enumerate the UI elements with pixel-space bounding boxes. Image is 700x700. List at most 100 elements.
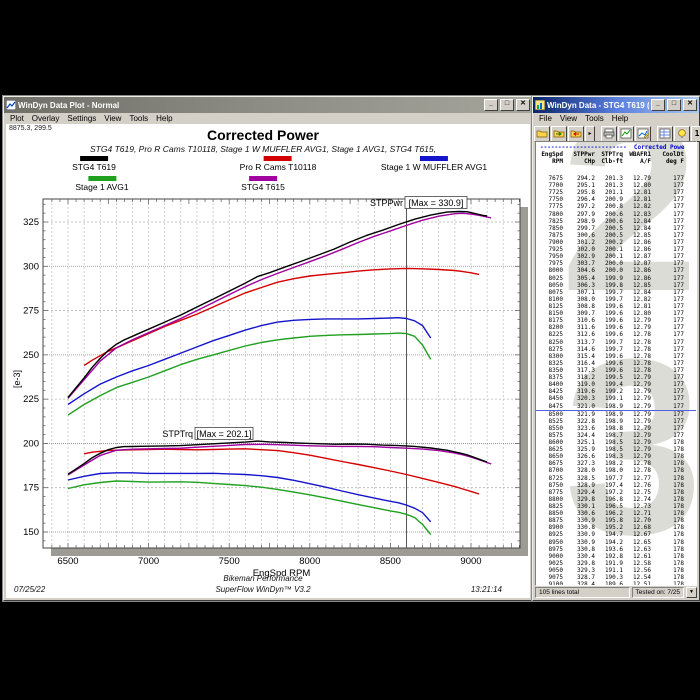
table-row[interactable]: 7800297.9200.612.83177 (536, 211, 696, 218)
cell: 199.6 (595, 324, 623, 331)
print-icon[interactable] (601, 126, 617, 142)
table-row[interactable]: 7825298.9200.612.84177 (536, 218, 696, 225)
cell: 193.6 (595, 546, 623, 553)
table-row[interactable]: 8100308.0199.712.82177 (536, 296, 696, 303)
cell: 178 (651, 567, 684, 574)
cell: 12.84 (623, 218, 651, 225)
table-row[interactable]: 7975303.7200.012.87177 (536, 260, 696, 267)
menu-item-view[interactable]: View (100, 114, 125, 123)
table-row[interactable]: 8350317.3199.612.78177 (536, 367, 696, 374)
table-row[interactable]: 8625325.9198.512.79178 (536, 446, 696, 453)
table-row[interactable]: 7900301.2200.212.86177 (536, 239, 696, 246)
maximize-button[interactable]: □ (500, 99, 514, 111)
data-table-area: 2 3 ------------------------ Corrected P… (535, 141, 697, 586)
table-row[interactable]: 8475321.0198.912.79177 (536, 403, 696, 411)
menu-item-overlay[interactable]: Overlay (28, 114, 64, 123)
table-row[interactable]: 8425319.6199.212.79177 (536, 388, 696, 395)
table-row[interactable]: 7725295.8201.112.81177 (536, 189, 696, 196)
table-row[interactable]: 7875300.6200.512.85177 (536, 232, 696, 239)
table-row[interactable]: 7925302.0200.112.86177 (536, 246, 696, 253)
menu-item-file[interactable]: File (535, 114, 556, 123)
table-row[interactable]: 8750328.9197.412.76178 (536, 482, 696, 489)
table-row[interactable]: 7850299.7200.512.84177 (536, 225, 696, 232)
cell: 8450 (536, 395, 563, 402)
table-row[interactable]: 8700328.0198.012.78178 (536, 467, 696, 474)
table-row[interactable]: 8575324.4198.712.79177 (536, 432, 696, 439)
table-row[interactable]: 9075328.7190.312.54178 (536, 574, 696, 581)
table-row[interactable]: 9100328.4189.612.51178 (536, 581, 696, 586)
table-row[interactable]: 7750296.4200.912.81177 (536, 196, 696, 203)
menu-item-help[interactable]: Help (152, 114, 176, 123)
table-row[interactable]: 8775329.4197.212.75178 (536, 489, 696, 496)
page-button-1[interactable]: 1 (691, 126, 700, 142)
table-row[interactable]: 8650326.6198.312.79178 (536, 453, 696, 460)
table-row[interactable]: 8900330.8195.212.68178 (536, 524, 696, 531)
table-row[interactable]: 8600325.1198.512.79178 (536, 439, 696, 446)
open-folder-icon[interactable] (534, 126, 550, 142)
data-table-icon[interactable] (657, 126, 673, 142)
cell: 12.86 (623, 246, 651, 253)
table-row[interactable]: 9050329.3191.112.56178 (536, 567, 696, 574)
table-row[interactable]: 8075307.1199.712.84177 (536, 289, 696, 296)
table-row[interactable]: 8925330.9194.712.67178 (536, 531, 696, 538)
table-row[interactable]: 8450320.3199.112.79177 (536, 395, 696, 402)
table-row[interactable]: 8400319.0199.412.79177 (536, 381, 696, 388)
file-dropdown-arrow-icon[interactable]: ▸ (585, 126, 595, 142)
plot-window-titlebar[interactable]: WinDyn Data Plot - Normal _ □ ✕ (4, 97, 532, 113)
close-button[interactable]: ✕ (516, 99, 530, 111)
table-row[interactable]: 8050306.3199.812.85177 (536, 282, 696, 289)
table-row[interactable]: 8300315.4199.612.78177 (536, 353, 696, 360)
table-row[interactable]: 8250313.7199.712.78177 (536, 339, 696, 346)
menu-item-view[interactable]: View (556, 114, 581, 123)
cell: 198.5 (595, 439, 623, 446)
table-row[interactable]: 8850330.6196.212.71178 (536, 510, 696, 517)
table-row[interactable]: 8725328.5197.712.77178 (536, 475, 696, 482)
minimize-button[interactable]: _ (484, 99, 498, 111)
cell: 199.4 (595, 381, 623, 388)
table-row[interactable]: 7950302.9200.112.87177 (536, 253, 696, 260)
export-folder-icon[interactable] (568, 126, 584, 142)
table-row[interactable]: 7675294.2201.312.79177 (536, 175, 696, 182)
table-row[interactable]: 8225312.6199.612.78177 (536, 331, 696, 338)
cell: 177 (651, 225, 684, 232)
table-row[interactable]: 8975330.8193.612.63178 (536, 546, 696, 553)
table-row[interactable]: 8525322.8198.912.79177 (536, 418, 696, 425)
table-row[interactable]: 8675327.3198.212.78178 (536, 460, 696, 467)
table-row[interactable]: 8500321.9198.912.79177 (536, 411, 696, 418)
plot-edit-icon[interactable] (635, 126, 651, 142)
plot-green-icon[interactable] (618, 126, 634, 142)
table-row[interactable]: 7775297.2200.812.82177 (536, 203, 696, 210)
menu-item-plot[interactable]: Plot (6, 114, 28, 123)
data-window-titlebar[interactable]: WinDyn Data - STG4 T619 (C:\windyn\XCons… (533, 97, 699, 113)
bulb-icon[interactable] (674, 126, 690, 142)
table-row[interactable]: 8000304.6200.012.86177 (536, 267, 696, 274)
table-row[interactable]: 8825330.1196.512.73178 (536, 503, 696, 510)
menu-item-help[interactable]: Help (608, 114, 632, 123)
table-row[interactable]: 8875330.9195.812.70178 (536, 517, 696, 524)
table-row[interactable]: 8125308.8199.612.81177 (536, 303, 696, 310)
table-row[interactable]: 9025329.8191.912.58178 (536, 560, 696, 567)
minimize-button[interactable]: _ (651, 99, 665, 111)
import-folder-icon[interactable] (551, 126, 567, 142)
close-button[interactable]: ✕ (683, 99, 697, 111)
table-row[interactable]: 8200311.6199.612.79177 (536, 324, 696, 331)
table-row[interactable]: 9000330.4192.812.61178 (536, 553, 696, 560)
maximize-button[interactable]: □ (667, 99, 681, 111)
menu-item-tools[interactable]: Tools (125, 114, 152, 123)
cell: 198.9 (595, 403, 623, 410)
table-row[interactable]: 8550323.6198.812.79177 (536, 425, 696, 432)
table-row[interactable]: 7700295.1201.312.80177 (536, 182, 696, 189)
table-row[interactable]: 8150309.7199.612.80177 (536, 310, 696, 317)
table-row[interactable]: 8175310.6199.612.79177 (536, 317, 696, 324)
table-row[interactable]: 8275314.6199.712.78177 (536, 346, 696, 353)
power-torque-plot[interactable]: STPPwr [Max = 330.9]STPTrq [Max = 202.1]… (6, 124, 528, 598)
table-row[interactable]: 8025305.4199.912.86177 (536, 275, 696, 282)
menu-item-tools[interactable]: Tools (581, 114, 608, 123)
table-row[interactable]: 8375318.2199.512.79177 (536, 374, 696, 381)
table-row[interactable]: 8800329.8196.812.74178 (536, 496, 696, 503)
table-row[interactable]: 8950330.9194.212.65178 (536, 539, 696, 546)
table-row[interactable]: 8325316.4199.612.78177 (536, 360, 696, 367)
tested-on-dropdown-button[interactable]: ▼ (686, 587, 697, 598)
menu-item-settings[interactable]: Settings (63, 114, 100, 123)
cell: 308.8 (563, 303, 595, 310)
